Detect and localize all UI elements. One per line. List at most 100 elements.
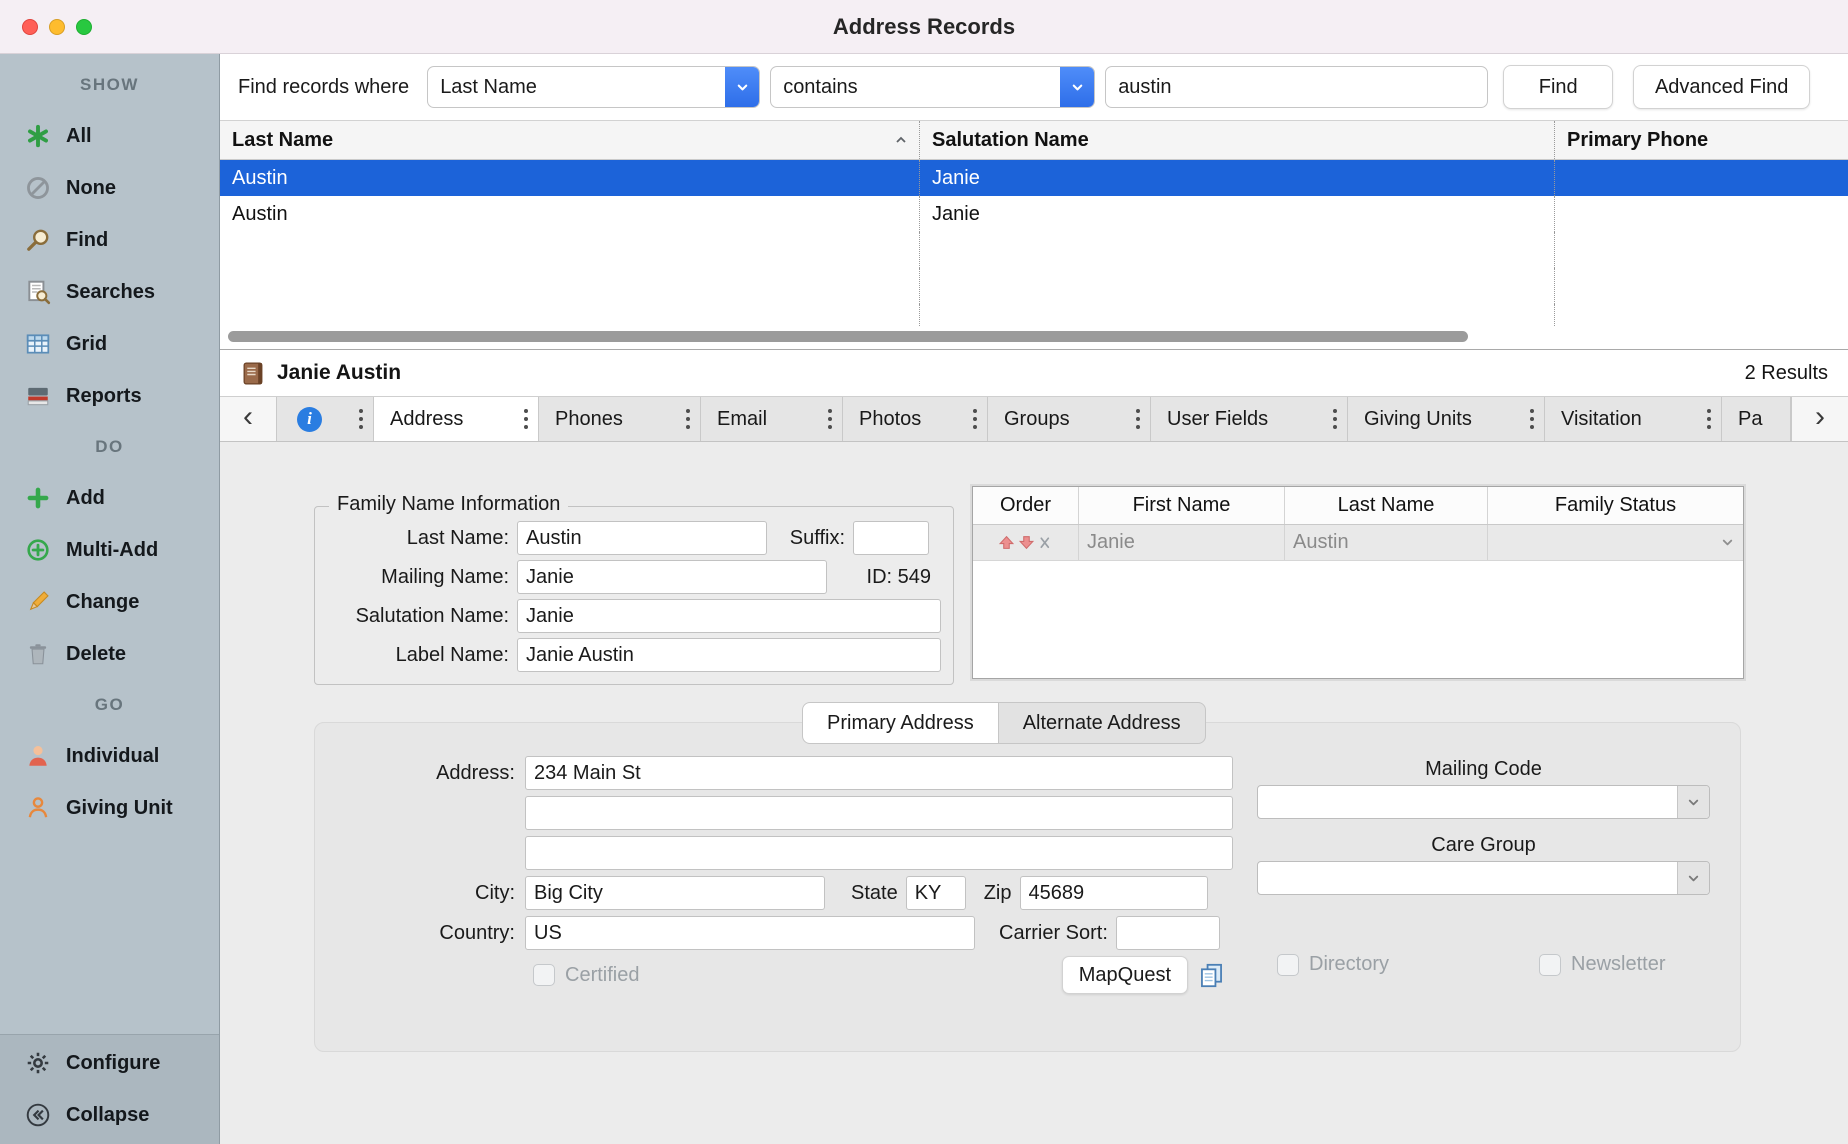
last-name-input[interactable]	[517, 521, 767, 555]
tab-giving-units[interactable]: Giving Units	[1348, 397, 1545, 441]
tab-menu-icon[interactable]	[685, 407, 691, 431]
sidebar-item-add[interactable]: Add	[0, 472, 219, 524]
sidebar-item-grid[interactable]: Grid	[0, 318, 219, 370]
grid-icon	[24, 331, 51, 358]
sidebar-item-individual[interactable]: Individual	[0, 730, 219, 782]
table-row[interactable]: Austin Janie	[220, 196, 1848, 232]
address-line2-input[interactable]	[525, 796, 1233, 830]
sidebar-item-delete[interactable]: Delete	[0, 628, 219, 680]
scrollbar-thumb[interactable]	[228, 331, 1468, 342]
tab-primary-address[interactable]: Primary Address	[802, 702, 999, 744]
zoom-window-button[interactable]	[76, 18, 92, 35]
tab-user-fields[interactable]: User Fields	[1151, 397, 1348, 441]
tab-address[interactable]: Address	[374, 397, 539, 441]
sidebar-item-multi-add[interactable]: Multi-Add	[0, 524, 219, 576]
tab-groups[interactable]: Groups	[988, 397, 1151, 441]
tab-menu-icon[interactable]	[358, 407, 364, 431]
tab-email[interactable]: Email	[701, 397, 843, 441]
newsletter-checkbox[interactable]	[1539, 953, 1562, 976]
remove-member-icon[interactable]	[1038, 535, 1053, 550]
label-name-input[interactable]	[517, 638, 941, 672]
person-icon	[24, 743, 51, 770]
table-row-empty	[220, 268, 1848, 304]
results-table-body: Austin Janie Austin Janie	[220, 160, 1848, 326]
tab-menu-icon[interactable]	[1706, 407, 1712, 431]
city-input[interactable]	[525, 876, 825, 910]
sidebar-item-collapse[interactable]: Collapse	[0, 1089, 219, 1141]
sidebar-item-change[interactable]: Change	[0, 576, 219, 628]
salutation-name-input[interactable]	[517, 599, 941, 633]
sidebar-item-reports[interactable]: Reports	[0, 370, 219, 422]
circle-plus-icon	[24, 537, 51, 564]
tab-info[interactable]: i	[277, 397, 374, 441]
move-up-icon[interactable]	[998, 534, 1015, 551]
record-id: ID: 549	[866, 565, 931, 588]
member-row[interactable]: Janie Austin	[973, 525, 1743, 561]
chevron-down-icon	[725, 67, 760, 107]
move-down-icon[interactable]	[1018, 534, 1035, 551]
last-name-label: Last Name:	[406, 526, 509, 549]
address-line1-input[interactable]	[525, 756, 1233, 790]
close-window-button[interactable]	[22, 18, 38, 35]
tab-menu-icon[interactable]	[1529, 407, 1535, 431]
search-input[interactable]	[1105, 66, 1489, 108]
family-status-select[interactable]	[1488, 525, 1743, 560]
certified-label: Certified	[565, 963, 640, 986]
chevron-down-icon	[1677, 862, 1709, 894]
label-name-label: Label Name:	[395, 643, 509, 666]
advanced-find-button[interactable]: Advanced Find	[1633, 65, 1811, 109]
family-name-information-group: Family Name Information Last Name: Suffi…	[314, 493, 954, 685]
suffix-input[interactable]	[853, 521, 929, 555]
reports-icon	[24, 383, 51, 410]
magnifier-icon	[24, 227, 51, 254]
column-header-salutation-name[interactable]: Salutation Name	[920, 121, 1555, 159]
sidebar-item-giving-unit[interactable]: Giving Unit	[0, 782, 219, 834]
member-last-name: Austin	[1285, 525, 1488, 560]
tab-visitation[interactable]: Visitation	[1545, 397, 1722, 441]
certified-checkbox[interactable]	[533, 964, 555, 986]
table-row[interactable]: Austin Janie	[220, 160, 1848, 196]
tab-menu-icon[interactable]	[1332, 407, 1338, 431]
tab-menu-icon[interactable]	[523, 407, 529, 431]
sidebar-item-find[interactable]: Find	[0, 214, 219, 266]
tab-alternate-address[interactable]: Alternate Address	[998, 702, 1206, 744]
suffix-label: Suffix:	[789, 526, 845, 549]
horizontal-scrollbar[interactable]	[220, 326, 1848, 350]
mailing-name-input[interactable]	[517, 560, 827, 594]
mailing-code-select[interactable]	[1257, 785, 1710, 819]
find-button[interactable]: Find	[1503, 65, 1614, 109]
tab-menu-icon[interactable]	[827, 407, 833, 431]
zip-input[interactable]	[1019, 876, 1208, 910]
column-header-primary-phone[interactable]: Primary Phone	[1555, 121, 1848, 159]
copy-icon[interactable]	[1198, 962, 1225, 989]
address-line3-input[interactable]	[525, 836, 1233, 870]
sidebar-item-all[interactable]: All	[0, 110, 219, 162]
tab-menu-icon[interactable]	[1135, 407, 1141, 431]
directory-checkbox[interactable]	[1277, 953, 1299, 976]
country-input[interactable]	[525, 916, 975, 950]
carrier-sort-input[interactable]	[1115, 916, 1220, 950]
column-header-last-name[interactable]: Last Name	[220, 121, 920, 159]
tab-truncated[interactable]: Pa	[1722, 397, 1791, 441]
window-title: Address Records	[832, 13, 1016, 39]
search-operator-select[interactable]: contains	[770, 66, 1096, 108]
plus-icon	[24, 485, 51, 512]
minimize-window-button[interactable]	[49, 18, 65, 35]
tabs-scroll-right-button[interactable]: ›	[1791, 397, 1848, 441]
results-table-header: Last Name Salutation Name Primary Phone	[220, 120, 1848, 160]
sidebar-item-configure[interactable]: Configure	[0, 1037, 219, 1089]
sidebar-item-none[interactable]: None	[0, 162, 219, 214]
mapquest-button[interactable]: MapQuest	[1061, 956, 1188, 994]
sidebar-items: SHOW All None Find Searches Grid Reports…	[0, 54, 219, 1034]
state-label: State	[851, 881, 898, 904]
sidebar-item-searches[interactable]: Searches	[0, 266, 219, 318]
tabs-scroll-left-button[interactable]: ‹	[220, 397, 277, 441]
state-input[interactable]	[905, 876, 966, 910]
tab-photos[interactable]: Photos	[843, 397, 988, 441]
search-field-select[interactable]: Last Name	[427, 66, 761, 108]
tab-menu-icon[interactable]	[972, 407, 978, 431]
person-outline-icon	[24, 795, 51, 822]
care-group-select[interactable]	[1257, 861, 1710, 895]
members-column-first-name: First Name	[1079, 487, 1285, 524]
tab-phones[interactable]: Phones	[539, 397, 701, 441]
